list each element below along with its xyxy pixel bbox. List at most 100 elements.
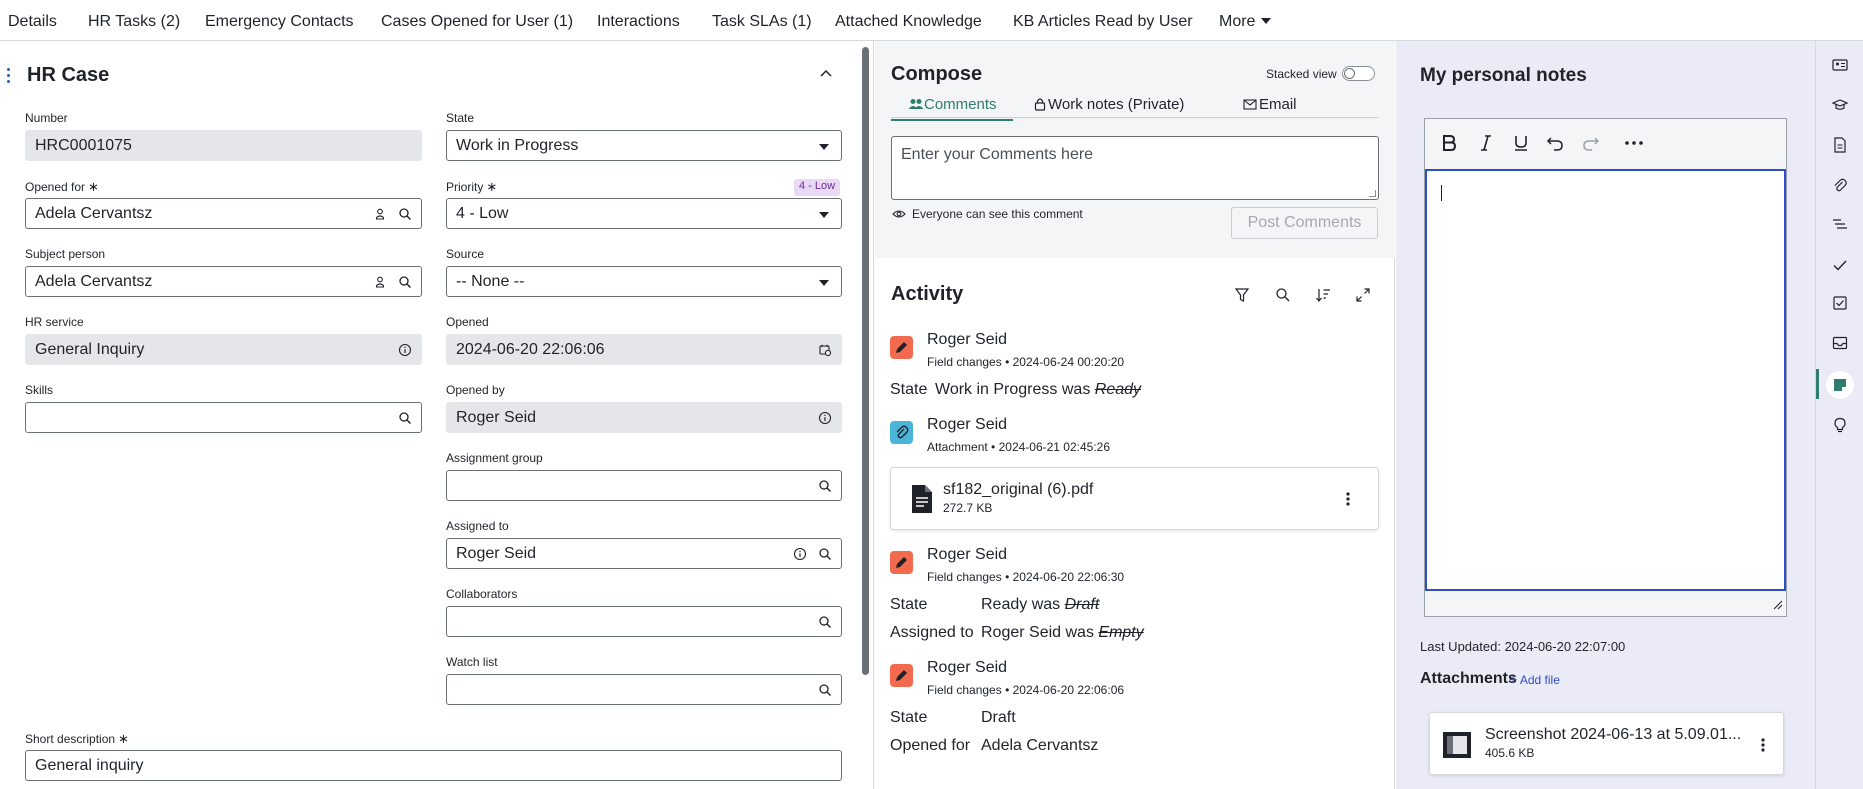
tab-comments[interactable]: Comments [891, 96, 1012, 121]
undo-icon[interactable] [1546, 134, 1564, 152]
attachment-card[interactable]: sf182_original (6).pdf 272.7 KB [890, 467, 1379, 530]
watch-list-field[interactable] [446, 674, 842, 705]
search-icon[interactable] [818, 479, 832, 493]
attachment-name[interactable]: sf182_original (6).pdf [943, 481, 1093, 499]
notes-text-area[interactable] [1425, 169, 1786, 591]
visibility-note: Everyone can see this comment [892, 207, 1083, 221]
bold-icon[interactable] [1440, 134, 1458, 152]
tab-attached-knowledge[interactable]: Attached Knowledge [835, 13, 982, 31]
change-value: Work in Progress was Ready [935, 381, 1142, 398]
last-updated: Last Updated: 2024-06-20 22:07:00 [1420, 639, 1626, 654]
change-value: Draft [981, 709, 1016, 726]
info-icon[interactable] [398, 343, 412, 357]
sort-icon[interactable] [1315, 287, 1331, 303]
person-icon[interactable] [373, 207, 387, 221]
tab-work-notes[interactable]: Work notes (Private) [1034, 96, 1184, 113]
tab-more[interactable]: More [1219, 13, 1272, 31]
form-menu-icon[interactable] [7, 68, 11, 84]
tab-task-slas[interactable]: Task SLAs (1) [712, 13, 812, 31]
subject-person-field[interactable]: Adela Cervantsz [25, 266, 422, 297]
tab-cases-opened[interactable]: Cases Opened for User (1) [381, 13, 573, 31]
activity-user: Roger Seid [927, 546, 1008, 563]
source-select[interactable]: -- None -- [446, 266, 842, 297]
post-comments-button[interactable]: Post Comments [1231, 207, 1378, 239]
assignment-group-field[interactable] [446, 470, 842, 501]
tab-emergency-contacts[interactable]: Emergency Contacts [205, 13, 354, 31]
list-icon[interactable] [1832, 217, 1848, 233]
editor-footer [1425, 591, 1786, 616]
skills-field[interactable] [25, 402, 422, 433]
person-icon[interactable] [373, 275, 387, 289]
activity-user: Roger Seid [927, 331, 1008, 348]
info-icon[interactable] [818, 411, 832, 425]
checkbox-icon[interactable] [1832, 295, 1848, 311]
change-field: State [890, 709, 928, 726]
notes-attachment-name[interactable]: Screenshot 2024-06-13 at 5.09.01... [1485, 726, 1741, 744]
add-file-link[interactable]: + Add file [1509, 671, 1560, 687]
search-icon[interactable] [398, 275, 412, 289]
info-icon[interactable] [793, 547, 807, 561]
right-sidebar-rail [1815, 41, 1863, 789]
tab-email-label: Email [1259, 96, 1297, 113]
search-icon[interactable] [818, 683, 832, 697]
opened-by-field: Roger Seid [446, 402, 842, 433]
tab-interactions[interactable]: Interactions [597, 13, 680, 31]
collaborators-field[interactable] [446, 606, 842, 637]
underline-icon[interactable] [1512, 134, 1530, 152]
skills-label: Skills [25, 383, 54, 397]
stacked-view-toggle[interactable] [1342, 66, 1375, 81]
tab-email[interactable]: Email [1243, 96, 1297, 113]
redo-icon[interactable] [1582, 134, 1600, 152]
tab-details[interactable]: Details [0, 13, 65, 43]
search-icon[interactable] [818, 615, 832, 629]
search-icon[interactable] [1275, 287, 1291, 303]
italic-icon[interactable] [1477, 134, 1495, 152]
form-scrollbar[interactable] [862, 47, 869, 675]
short-description-label: Short description ∗ [25, 731, 129, 746]
notes-attachment-size: 405.6 KB [1485, 746, 1535, 760]
filter-icon[interactable] [1235, 287, 1249, 303]
search-icon[interactable] [818, 547, 832, 561]
graduation-cap-icon[interactable] [1832, 97, 1848, 113]
opened-for-label: Opened for ∗ [25, 179, 99, 194]
inbox-icon[interactable] [1832, 335, 1848, 351]
assigned-to-field[interactable]: Roger Seid [446, 538, 842, 569]
add-file-label: Add file [1519, 673, 1560, 687]
attachments-heading: Attachments [1420, 670, 1517, 687]
activity-meta: Field changes • 2024-06-20 22:06:06 [927, 683, 1125, 697]
text-cursor [1441, 185, 1442, 201]
tab-hr-tasks[interactable]: HR Tasks (2) [88, 13, 180, 31]
hr-service-value: General Inquiry [35, 341, 145, 358]
opened-for-field[interactable]: Adela Cervantsz [25, 198, 422, 229]
lightbulb-icon[interactable] [1832, 417, 1848, 433]
activity-title: Activity [891, 283, 964, 305]
caret-down-icon [819, 144, 829, 150]
search-icon[interactable] [398, 411, 412, 425]
caret-down-icon [819, 212, 829, 218]
more-vertical-icon[interactable] [1761, 737, 1765, 753]
state-select[interactable]: Work in Progress [446, 130, 842, 161]
activity-meta: Field changes • 2024-06-24 00:20:20 [927, 355, 1125, 369]
id-card-icon[interactable] [1832, 57, 1848, 73]
source-label: Source [446, 247, 485, 261]
short-description-field[interactable]: General inquiry [25, 750, 842, 781]
resize-handle[interactable] [1369, 190, 1376, 197]
tab-kb-articles[interactable]: KB Articles Read by User [1013, 13, 1193, 31]
calendar-icon[interactable] [818, 343, 832, 357]
change-field: State [890, 596, 928, 613]
hr-service-label: HR service [25, 315, 84, 329]
chevron-up-icon[interactable] [818, 66, 834, 82]
resize-handle-icon[interactable] [1773, 600, 1783, 610]
search-icon[interactable] [398, 207, 412, 221]
check-icon[interactable] [1832, 257, 1848, 273]
notes-attachment-card[interactable]: Screenshot 2024-06-13 at 5.09.01... 405.… [1429, 712, 1784, 775]
opened-value: 2024-06-20 22:06:06 [456, 341, 605, 358]
note-icon[interactable] [1832, 377, 1848, 393]
more-vertical-icon[interactable] [1346, 491, 1350, 507]
priority-select[interactable]: 4 - Low [446, 198, 842, 229]
comment-input[interactable]: Enter your Comments here [891, 136, 1379, 200]
more-horizontal-icon[interactable] [1625, 141, 1643, 145]
document-icon[interactable] [1832, 137, 1848, 153]
paperclip-icon[interactable] [1832, 177, 1848, 193]
expand-icon[interactable] [1355, 287, 1371, 303]
